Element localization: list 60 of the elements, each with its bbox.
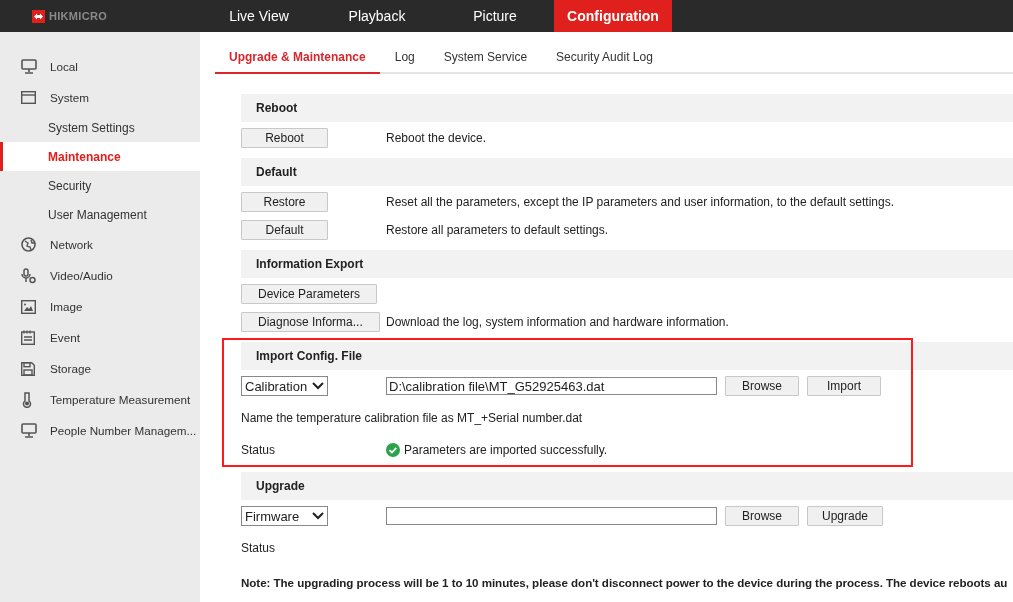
section-header: Information Export [241,250,1013,278]
description-text: Reset all the parameters, except the IP parameters and user information, to the default settings. [386,195,895,209]
brand-name: HIKMICRO [49,10,107,22]
logo-icon [32,9,45,23]
nav-tab[interactable]: Picture [436,0,554,32]
thermometer-icon [21,391,33,408]
status-message: Parameters are imported successfully. [404,443,608,457]
sidebar-item[interactable]: Video/Audio [0,260,200,291]
sidebar-item[interactable]: System [0,82,200,113]
chevron-down-icon [312,512,324,520]
status-label: Status [241,541,276,555]
chevron-down-icon [312,382,324,390]
nav-tab[interactable]: Live View [200,0,318,32]
microphone-camera-icon [21,267,36,284]
tab[interactable]: System Service [429,50,542,74]
status-label: Status [241,443,276,457]
sidebar-subitem[interactable]: Maintenance [0,142,200,171]
sidebar-item[interactable]: Network [0,229,200,260]
sidebar-item[interactable]: Image [0,291,200,322]
file-path-field[interactable] [386,507,717,525]
sidebar-subitem[interactable]: System Settings [0,113,200,142]
action-button[interactable]: Browse [725,376,799,396]
tab[interactable]: Log [380,50,429,74]
sidebar-item[interactable]: Storage [0,353,200,384]
action-button[interactable]: Browse [725,506,799,526]
description-text: Restore all parameters to default settings. [386,223,609,237]
action-button[interactable]: Restore [241,192,328,212]
action-button[interactable]: Upgrade [807,506,884,526]
sidebar-item[interactable]: Temperature Measurement [0,384,200,415]
sidebar-item[interactable]: Event [0,322,200,353]
file-path-field[interactable]: D:\calibration file\MT_G52925463.dat [386,377,717,395]
tab[interactable]: Upgrade & Maintenance [215,50,380,74]
type-dropdown[interactable]: Firmware [241,506,328,526]
action-button[interactable]: Default [241,220,328,240]
section-header: Upgrade [241,472,1013,500]
section-header: Reboot [241,94,1013,122]
description-text: Download the log, system information and hardware information. [386,315,729,329]
window-icon [21,91,36,104]
type-dropdown[interactable]: Calibration [241,376,328,396]
sidebar-item[interactable]: Local [0,51,200,82]
sidebar-item[interactable]: People Number Managem... [0,415,200,446]
description-text: Reboot the device. [386,131,487,145]
action-button[interactable]: Import [807,376,881,396]
nav-tab[interactable]: Playback [318,0,436,32]
calendar-icon [21,330,35,345]
note-text: Note: The upgrading process will be 1 to 10 minutes, please don't disconnect power to the device during the process. The device reboots au [241,575,1008,589]
monitor-icon [21,59,37,74]
hint-text: Name the temperature calibration file as MT_+Serial number.dat [241,411,583,425]
section-header: Import Config. File [241,342,1013,370]
globe-icon [21,237,36,252]
sidebar-subitem[interactable]: Security [0,171,200,200]
action-button[interactable]: Device Parameters [241,284,378,304]
image-icon [21,299,36,314]
monitor-icon [21,423,37,438]
sidebar-subitem[interactable]: User Management [0,200,200,229]
nav-tab[interactable]: Configuration [554,0,672,32]
section-header: Default [241,158,1013,186]
action-button[interactable]: Reboot [241,128,328,148]
action-button[interactable]: Diagnose Informa... [241,312,380,332]
tab[interactable]: Security Audit Log [542,50,667,74]
